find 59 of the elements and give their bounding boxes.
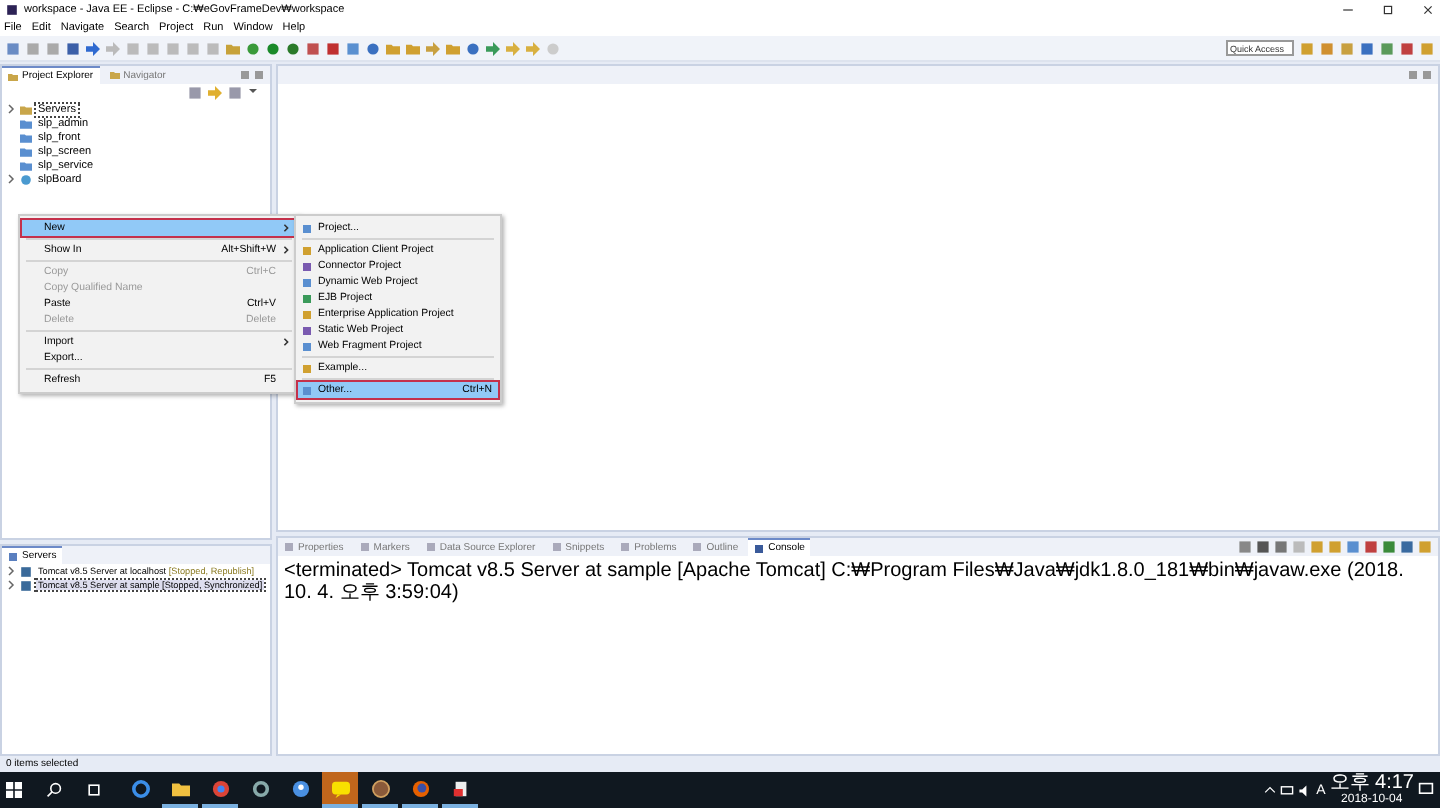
search-icon[interactable] — [46, 782, 62, 798]
console-output: <terminated> Tomcat v8.5 Server at sample [Apache Tomcat] C:₩Program Files₩Java₩jdk1.8.0_181₩bin₩javaw.exe (2018. 10. 4. 오후 3:59:04) — [282, 558, 1406, 608]
caret-icon[interactable] — [1264, 784, 1277, 796]
network-icon[interactable] — [1280, 783, 1295, 797]
windows-logo-icon[interactable] — [6, 782, 22, 798]
square-icon[interactable] — [1380, 41, 1394, 55]
square-icon — [551, 542, 562, 552]
expand-icon[interactable] — [6, 174, 16, 184]
square-icon[interactable] — [346, 41, 360, 55]
circle-icon[interactable] — [266, 41, 280, 55]
arrow-icon[interactable] — [426, 41, 440, 55]
square-icon[interactable] — [1256, 540, 1270, 554]
globe-icon — [20, 173, 32, 185]
square-icon — [692, 542, 703, 552]
project-icon — [302, 223, 312, 233]
folder-icon — [109, 70, 120, 80]
square-icon — [620, 542, 631, 552]
square-icon — [359, 542, 370, 552]
square-icon[interactable] — [1346, 540, 1360, 554]
circle-icon[interactable] — [286, 41, 300, 55]
arrow-icon[interactable] — [208, 86, 222, 100]
notification-icon[interactable] — [1418, 782, 1434, 798]
folder-icon — [171, 779, 189, 797]
fox-icon — [411, 779, 429, 797]
square-icon[interactable] — [1364, 540, 1378, 554]
square-icon[interactable] — [6, 41, 20, 55]
square-icon[interactable] — [1238, 540, 1252, 554]
browser-icon — [131, 779, 149, 797]
square-icon[interactable] — [66, 41, 80, 55]
close-icon[interactable] — [1422, 4, 1434, 16]
square-icon[interactable] — [306, 41, 320, 55]
document-icon — [451, 779, 469, 797]
square-icon[interactable] — [1382, 540, 1396, 554]
app-icon — [6, 4, 18, 16]
ring-icon — [251, 779, 269, 797]
square-icon[interactable] — [1400, 540, 1414, 554]
square-icon[interactable] — [1274, 540, 1288, 554]
square-icon[interactable] — [228, 86, 242, 100]
square-icon[interactable] — [326, 41, 340, 55]
person-icon — [291, 779, 309, 797]
square-icon[interactable] — [1360, 41, 1374, 55]
folder-icon[interactable] — [446, 41, 460, 55]
circle-icon[interactable] — [246, 41, 260, 55]
circle-icon[interactable] — [466, 41, 480, 55]
expand-icon[interactable] — [6, 104, 16, 114]
globe-icon — [211, 779, 229, 797]
circle-icon[interactable] — [366, 41, 380, 55]
badge-icon — [371, 779, 389, 797]
folder-icon — [8, 71, 18, 81]
square-icon[interactable] — [188, 86, 202, 100]
task-view-icon[interactable] — [86, 782, 102, 798]
square-icon — [284, 542, 294, 552]
project-icon — [302, 385, 312, 395]
square-icon — [754, 543, 765, 553]
square-icon[interactable] — [1400, 41, 1414, 55]
chat-icon — [331, 779, 349, 797]
square-icon — [425, 542, 436, 552]
project-icon — [302, 363, 312, 373]
folder-icon[interactable] — [226, 41, 240, 55]
